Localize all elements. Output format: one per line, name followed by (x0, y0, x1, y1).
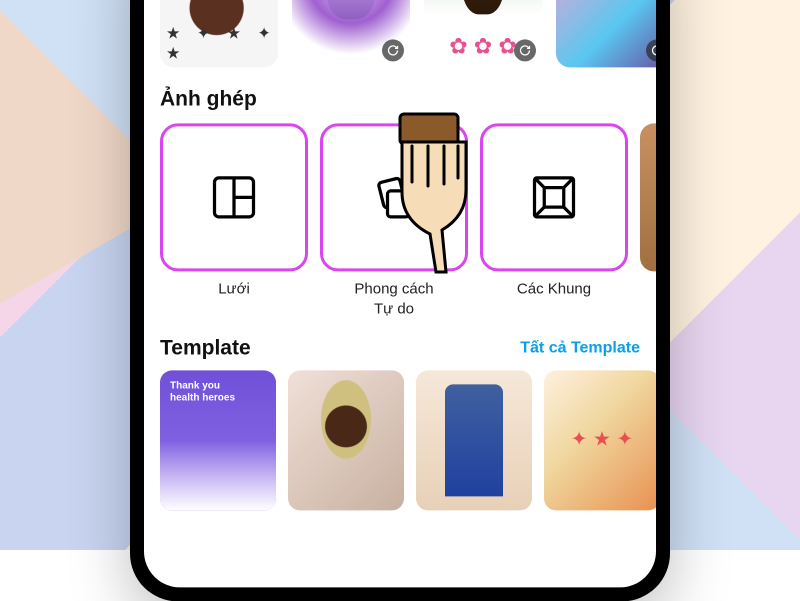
collage-label: Các Khung (517, 279, 591, 299)
collage-card-frames[interactable]: Các Khung (480, 123, 628, 299)
collage-card-grid[interactable]: Lưới (160, 123, 308, 299)
frame-icon (528, 171, 580, 223)
collage-label: Phong cách Tự do (354, 279, 433, 318)
artwork-thumb[interactable] (556, 0, 656, 67)
grid-icon (208, 171, 260, 223)
refresh-icon[interactable] (646, 39, 656, 61)
artwork-thumb[interactable] (424, 0, 542, 67)
collage-extra-thumb[interactable] (640, 123, 656, 271)
collage-label: Lưới (218, 279, 250, 299)
template-thumb[interactable] (288, 370, 404, 510)
freestyle-icon (368, 171, 420, 223)
template-row: Thank you health heroes (144, 370, 656, 510)
template-thumb[interactable] (416, 370, 532, 510)
section-title-collage: Ảnh ghép (144, 67, 656, 123)
template-thumb[interactable]: Thank you health heroes (160, 370, 276, 510)
phone-frame: Ảnh ghép Lưới Phong cách Tự do (130, 0, 670, 601)
collage-card-freestyle[interactable]: Phong cách Tự do (320, 123, 468, 318)
artwork-thumb[interactable] (160, 0, 278, 67)
artwork-thumb[interactable] (292, 0, 410, 67)
refresh-icon[interactable] (382, 39, 404, 61)
template-thumb[interactable] (544, 370, 656, 510)
all-templates-link[interactable]: Tất cả Template (520, 339, 640, 357)
app-screen: Ảnh ghép Lưới Phong cách Tự do (144, 0, 656, 587)
section-title-template: Template (160, 336, 251, 360)
template-caption: Thank you health heroes (170, 380, 250, 404)
refresh-icon[interactable] (514, 39, 536, 61)
artwork-row (144, 0, 656, 67)
collage-options: Lưới Phong cách Tự do (144, 123, 656, 318)
